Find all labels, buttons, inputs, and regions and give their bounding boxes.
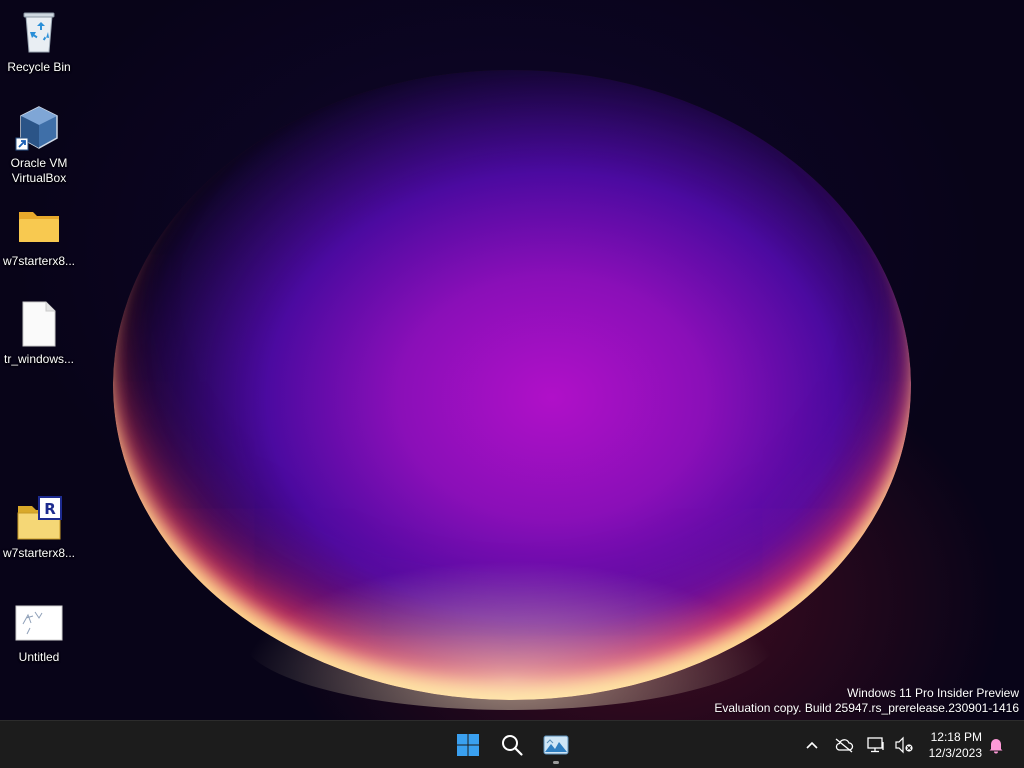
desktop-icon-folder[interactable]: w7starterx8... [1,202,77,269]
start-button[interactable] [448,725,488,765]
clock-date: 12/3/2023 [928,746,982,760]
build-watermark: Windows 11 Pro Insider Preview Evaluatio… [714,686,1019,716]
desktop-icon-virtualbox[interactable]: Oracle VM VirtualBox [1,104,77,186]
desktop-icon-archive[interactable]: R w7starterx8... [1,494,77,561]
network-icon [867,737,884,753]
recycle-bin-icon [15,8,63,56]
photos-app-icon [543,735,569,755]
windows-logo-icon [457,734,479,756]
volume-muted-icon [895,736,913,754]
clock[interactable]: 12:18 PM 12/3/2023 [929,729,982,761]
search-button[interactable] [492,725,532,765]
svg-text:R: R [44,500,56,518]
desktop-icon-label: w7starterx8... [2,254,76,268]
watermark-edition: Windows 11 Pro Insider Preview [847,686,1019,700]
desktop-icon-label: Oracle VM VirtualBox [10,156,68,185]
desktop-icon-label: w7starterx8... [2,546,76,560]
cloud-offline-icon [835,738,854,753]
desktop-icon-label: Untitled [18,650,60,664]
desktop-icon-file[interactable]: tr_windows... [1,300,77,367]
wallpaper-orb [113,70,911,700]
show-hidden-icons-button[interactable] [800,733,824,757]
clock-time: 12:18 PM [930,730,982,744]
desktop-icon-label: tr_windows... [3,352,75,366]
search-icon [502,735,523,756]
network-status[interactable] [864,733,888,757]
taskbar-app-photos[interactable] [536,725,576,765]
taskbar: 12:18 PM 12/3/2023 [0,720,1024,768]
onedrive-status[interactable] [832,733,856,757]
desktop-icon-untitled[interactable]: Untitled [1,598,77,665]
virtualbox-icon [15,104,63,152]
image-file-icon [15,598,63,646]
folder-icon [15,202,63,250]
volume-status[interactable] [892,733,916,757]
chevron-up-icon [806,741,818,749]
desktop-icon-label: Recycle Bin [7,60,71,74]
running-indicator [553,761,559,764]
notification-center-button[interactable] [984,733,1008,757]
desktop[interactable]: Recycle Bin Oracle VM VirtualBox w7start… [0,0,1024,720]
bell-icon [989,739,1003,754]
watermark-build: Evaluation copy. Build 25947.rs_prerelea… [714,701,1019,715]
winrar-archive-icon: R [15,494,63,542]
blank-file-icon [15,300,63,348]
desktop-icon-recycle-bin[interactable]: Recycle Bin [1,8,77,75]
